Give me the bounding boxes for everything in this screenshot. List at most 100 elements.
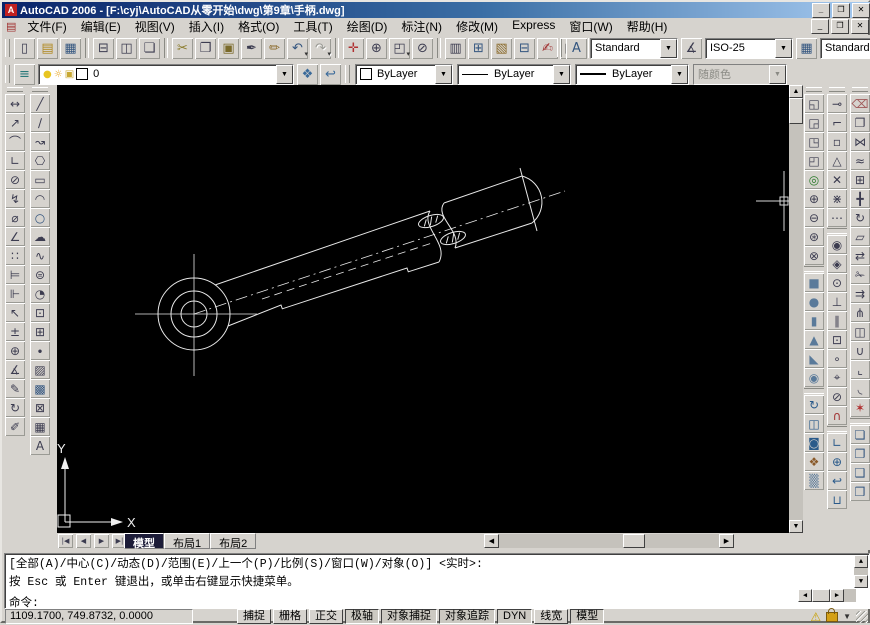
draworder-send-to-back-button[interactable]: ❐ xyxy=(850,444,870,463)
scroll-left-icon[interactable]: ◀ xyxy=(798,589,812,602)
window-resize-grip[interactable] xyxy=(856,611,868,623)
layer-freeze-icon[interactable]: ☼ xyxy=(54,69,63,80)
radius-dimension-button[interactable]: ⊘ xyxy=(5,170,25,189)
hatch-button[interactable]: ▨ xyxy=(30,360,50,379)
ucs-button[interactable]: ∟ xyxy=(827,433,847,452)
horizontal-scroll-thumb[interactable] xyxy=(812,589,830,602)
scroll-left-icon[interactable]: ◀ xyxy=(484,534,499,548)
solid-cylinder-button[interactable]: ▮ xyxy=(804,311,824,330)
dim-style-icon[interactable]: ∡ xyxy=(681,38,702,59)
quick-leader-button[interactable]: ↖ xyxy=(5,303,25,322)
menu-insert[interactable]: 插入(I) xyxy=(182,17,231,36)
offset-button[interactable]: ≈ xyxy=(850,151,870,170)
lineweight-toggle[interactable]: 线宽 xyxy=(534,609,568,624)
ucs-previous-button[interactable]: ↩ xyxy=(827,471,847,490)
polar-toggle[interactable]: 极轴 xyxy=(345,609,379,624)
layer-lock-icon[interactable]: ▣ xyxy=(65,69,74,80)
tab-scroll-first-button[interactable]: |◀ xyxy=(58,534,73,548)
snap-to-extension-button[interactable]: ⋯ xyxy=(827,208,847,227)
paste-button[interactable]: ▣ xyxy=(218,38,239,59)
toolbar-grip[interactable] xyxy=(852,87,868,92)
restore-document-button[interactable]: ❐ xyxy=(831,19,849,34)
insert-block-button[interactable]: ⊡ xyxy=(30,303,50,322)
fillet-button[interactable]: ◟ xyxy=(850,379,870,398)
dropdown-arrow-icon[interactable]: ▼ xyxy=(553,65,570,84)
polyline-button[interactable]: ↝ xyxy=(30,132,50,151)
zoom-out-button[interactable]: ⊖ xyxy=(804,208,824,227)
solid-box-button[interactable]: ■ xyxy=(804,273,824,292)
center-mark-button[interactable]: ⊕ xyxy=(5,341,25,360)
snap-from-button[interactable]: ⌐ xyxy=(827,113,847,132)
horizontal-scroll-thumb[interactable] xyxy=(623,534,645,548)
vertical-scroll-thumb[interactable] xyxy=(789,98,803,124)
scroll-up-icon[interactable]: ▲ xyxy=(789,85,803,98)
copy-object-button[interactable]: ❐ xyxy=(850,113,870,132)
undo-button[interactable]: ↶ xyxy=(287,38,308,59)
hide-button[interactable]: ◫ xyxy=(804,414,824,433)
tab-scroll-next-button[interactable]: ▶ xyxy=(94,534,109,548)
snap-to-node-button[interactable]: ∘ xyxy=(827,349,847,368)
snap-to-insert-button[interactable]: ⊡ xyxy=(827,330,847,349)
zoom-realtime-button[interactable]: ⊕ xyxy=(366,38,387,59)
linetype-control-combo[interactable]: ByLayer ▼ xyxy=(457,64,571,85)
zoom-scale-button[interactable]: ◳ xyxy=(804,132,824,151)
menu-draw[interactable]: 绘图(D) xyxy=(340,17,395,36)
close-button[interactable]: ✕ xyxy=(852,3,870,18)
toolbar-grip[interactable] xyxy=(5,65,10,83)
polygon-button[interactable]: ⎔ xyxy=(30,151,50,170)
aligned-dimension-button[interactable]: ↗ xyxy=(5,113,25,132)
dimension-edit-button[interactable]: ∡ xyxy=(5,360,25,379)
table-button[interactable]: ▦ xyxy=(30,417,50,436)
snap-to-parallel-button[interactable]: ∥ xyxy=(827,311,847,330)
zoom-window-button[interactable]: ◱ xyxy=(804,94,824,113)
explode-button[interactable]: ✶ xyxy=(850,398,870,417)
tolerance-button[interactable]: ± xyxy=(5,322,25,341)
command-horizontal-scrollbar[interactable]: ◀ ▶ xyxy=(798,589,856,602)
otrack-toggle[interactable]: 对象追踪 xyxy=(439,609,495,624)
snap-to-quadrant-button[interactable]: ◈ xyxy=(827,254,847,273)
drawing-canvas[interactable]: Y X xyxy=(57,85,789,533)
properties-button[interactable]: ▥ xyxy=(445,38,466,59)
menu-file[interactable]: 文件(F) xyxy=(20,17,73,36)
menu-format[interactable]: 格式(O) xyxy=(231,17,286,36)
grid-toggle[interactable]: 栅格 xyxy=(273,609,307,624)
move-button[interactable]: ╋ xyxy=(850,189,870,208)
stretch-button[interactable]: ⇄ xyxy=(850,246,870,265)
toolbar-grip[interactable] xyxy=(345,65,350,83)
zoom-all-button[interactable]: ⊛ xyxy=(804,227,824,246)
arc-button[interactable]: ◠ xyxy=(30,189,50,208)
trim-button[interactable]: ✁ xyxy=(850,265,870,284)
canvas-vertical-scrollbar[interactable]: ▲ ▼ xyxy=(789,85,803,533)
materials-button[interactable]: ❖ xyxy=(804,452,824,471)
osnap-toggle[interactable]: 对象捕捉 xyxy=(381,609,437,624)
solid-wedge-button[interactable]: ◣ xyxy=(804,349,824,368)
dimension-style-button[interactable]: ✐ xyxy=(5,417,25,436)
color-control-combo[interactable]: ByLayer ▼ xyxy=(355,64,453,85)
render-button[interactable]: ◙ xyxy=(804,433,824,452)
menu-modify[interactable]: 修改(M) xyxy=(449,17,505,36)
snap-to-perpendicular-button[interactable]: ⊥ xyxy=(827,292,847,311)
ellipse-button[interactable]: ⊜ xyxy=(30,265,50,284)
region-button[interactable]: ⊠ xyxy=(30,398,50,417)
table-style-icon[interactable]: ▦ xyxy=(796,38,817,59)
qnew-button[interactable]: ▯ xyxy=(14,38,35,59)
snap-to-midpoint-button[interactable]: △ xyxy=(827,151,847,170)
dropdown-arrow-icon[interactable]: ▼ xyxy=(671,65,688,84)
toolbar-grip[interactable] xyxy=(7,87,23,92)
snap-to-nearest-button[interactable]: ⌖ xyxy=(827,368,847,387)
diameter-dimension-button[interactable]: ⌀ xyxy=(5,208,25,227)
construction-line-button[interactable]: ∕ xyxy=(30,113,50,132)
point-button[interactable]: ∙ xyxy=(30,341,50,360)
scroll-down-icon[interactable]: ▼ xyxy=(789,520,803,533)
text-style-combo[interactable]: Standard ▼ xyxy=(590,38,678,59)
chamfer-button[interactable]: ⌞ xyxy=(850,360,870,379)
scroll-up-icon[interactable]: ▲ xyxy=(854,555,868,568)
rectangle-button[interactable]: ▭ xyxy=(30,170,50,189)
make-block-button[interactable]: ⊞ xyxy=(30,322,50,341)
tab-model[interactable]: 模型 xyxy=(124,533,164,549)
break-button[interactable]: ◫ xyxy=(850,322,870,341)
layer-combo[interactable]: ● ☼ ▣ 0 ▼ xyxy=(38,64,294,85)
designcenter-button[interactable]: ⊞ xyxy=(468,38,489,59)
continue-dimension-button[interactable]: ⊩ xyxy=(5,284,25,303)
scroll-right-icon[interactable]: ▶ xyxy=(719,534,734,548)
